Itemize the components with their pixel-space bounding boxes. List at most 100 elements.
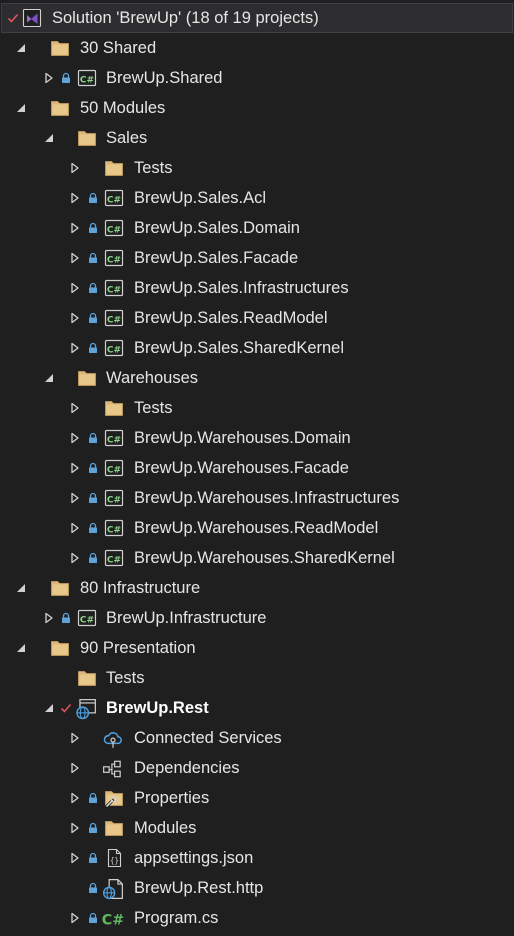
tree-item-modules[interactable]: Modules — [0, 813, 514, 843]
tree-item-30-shared[interactable]: 30 Shared — [0, 33, 514, 63]
csharp-project-icon — [104, 183, 126, 213]
chevron-down-icon[interactable] — [42, 123, 56, 153]
folder-icon — [104, 153, 126, 183]
chevron-right-icon[interactable] — [68, 723, 82, 753]
chevron-right-icon[interactable] — [68, 813, 82, 843]
tree-item-presentation-tests[interactable]: Tests — [0, 663, 514, 693]
folder-icon — [50, 33, 72, 63]
lock-icon — [87, 543, 99, 573]
tree-item-label: BrewUp.Rest — [106, 699, 209, 717]
folder-icon — [50, 93, 72, 123]
csharp-project-icon — [77, 63, 99, 93]
chevron-right-icon[interactable] — [68, 303, 82, 333]
tree-item-label: BrewUp.Sales.Acl — [134, 189, 267, 207]
tree-item-sales-tests[interactable]: Tests — [0, 153, 514, 183]
tree-item-properties[interactable]: Properties — [0, 783, 514, 813]
tree-item-label: Connected Services — [134, 729, 282, 747]
tree-item-label: Tests — [134, 159, 173, 177]
chevron-right-icon[interactable] — [68, 903, 82, 933]
lock-icon — [87, 303, 99, 333]
lock-icon — [87, 453, 99, 483]
tree-item-label: BrewUp.Sales.ReadModel — [134, 309, 328, 327]
tree-item-label: 50 Modules — [80, 99, 166, 117]
tree-item-warehouses[interactable]: Warehouses — [0, 363, 514, 393]
chevron-right-icon[interactable] — [68, 153, 82, 183]
tree-item-appsettings[interactable]: appsettings.json — [0, 843, 514, 873]
chevron-right-icon[interactable] — [68, 333, 82, 363]
lock-icon — [60, 603, 72, 633]
chevron-right-icon[interactable] — [68, 423, 82, 453]
chevron-down-icon[interactable] — [14, 93, 28, 123]
chevron-down-icon[interactable] — [14, 573, 28, 603]
tree-item-label: BrewUp.Sales.SharedKernel — [134, 339, 345, 357]
tree-item-sales-infrastructures[interactable]: BrewUp.Sales.Infrastructures — [0, 273, 514, 303]
folder-icon — [77, 663, 99, 693]
chevron-down-icon[interactable] — [14, 33, 28, 63]
tree-item-label: BrewUp.Sales.Facade — [134, 249, 299, 267]
chevron-right-icon[interactable] — [68, 273, 82, 303]
tree-item-label: 80 Infrastructure — [80, 579, 201, 597]
tree-item-dependencies[interactable]: Dependencies — [0, 753, 514, 783]
tree-item-warehouses-readmodel[interactable]: BrewUp.Warehouses.ReadModel — [0, 513, 514, 543]
folder-icon — [104, 813, 126, 843]
chevron-down-icon[interactable] — [42, 693, 56, 723]
tree-item-label: Sales — [106, 129, 148, 147]
chevron-right-icon[interactable] — [68, 753, 82, 783]
chevron-down-icon[interactable] — [42, 363, 56, 393]
tree-item-label: Warehouses — [106, 369, 199, 387]
tree-item-warehouses-sharedkernel[interactable]: BrewUp.Warehouses.SharedKernel — [0, 543, 514, 573]
tree-item-warehouses-domain[interactable]: BrewUp.Warehouses.Domain — [0, 423, 514, 453]
chevron-right-icon[interactable] — [68, 783, 82, 813]
csharp-project-icon — [77, 603, 99, 633]
chevron-right-icon[interactable] — [68, 483, 82, 513]
chevron-right-icon[interactable] — [68, 843, 82, 873]
chevron-right-icon[interactable] — [68, 543, 82, 573]
tree-item-50-modules[interactable]: 50 Modules — [0, 93, 514, 123]
solution-node[interactable]: Solution 'BrewUp' (18 of 19 projects) — [1, 3, 513, 33]
tree-item-label: Dependencies — [134, 759, 240, 777]
tree-item-90-presentation[interactable]: 90 Presentation — [0, 633, 514, 663]
csharp-project-icon — [104, 453, 126, 483]
tree-item-brewup-shared[interactable]: BrewUp.Shared — [0, 63, 514, 93]
tree-item-sales-acl[interactable]: BrewUp.Sales.Acl — [0, 183, 514, 213]
csharp-file-icon — [102, 903, 124, 933]
tree-item-sales-domain[interactable]: BrewUp.Sales.Domain — [0, 213, 514, 243]
tree-item-label: appsettings.json — [134, 849, 254, 867]
chevron-right-icon[interactable] — [68, 183, 82, 213]
lock-icon — [60, 63, 72, 93]
tree-item-label: Program.cs — [134, 909, 219, 927]
tree-item-sales[interactable]: Sales — [0, 123, 514, 153]
tree-item-warehouses-tests[interactable]: Tests — [0, 393, 514, 423]
tree-item-brewup-infrastructure[interactable]: BrewUp.Infrastructure — [0, 603, 514, 633]
tree-item-warehouses-infrastructures[interactable]: BrewUp.Warehouses.Infrastructures — [0, 483, 514, 513]
tree-item-sales-sharedkernel[interactable]: BrewUp.Sales.SharedKernel — [0, 333, 514, 363]
tree-item-warehouses-facade[interactable]: BrewUp.Warehouses.Facade — [0, 453, 514, 483]
chevron-right-icon[interactable] — [68, 393, 82, 423]
web-project-icon — [75, 693, 97, 723]
chevron-right-icon[interactable] — [68, 453, 82, 483]
http-file-icon — [102, 873, 124, 903]
tree-item-sales-facade[interactable]: BrewUp.Sales.Facade — [0, 243, 514, 273]
tree-item-label: BrewUp.Infrastructure — [106, 609, 267, 627]
chevron-right-icon[interactable] — [68, 213, 82, 243]
tree-item-rest-http[interactable]: BrewUp.Rest.http — [0, 873, 514, 903]
tree-item-label: BrewUp.Sales.Domain — [134, 219, 300, 237]
chevron-right-icon[interactable] — [68, 243, 82, 273]
lock-icon — [87, 513, 99, 543]
csharp-project-icon — [104, 243, 126, 273]
tree-item-label: Tests — [106, 669, 145, 687]
folder-icon — [50, 573, 72, 603]
lock-icon — [87, 903, 99, 933]
tree-item-brewup-rest[interactable]: BrewUp.Rest — [0, 693, 514, 723]
chevron-right-icon[interactable] — [42, 603, 56, 633]
tree-item-program[interactable]: Program.cs — [0, 903, 514, 933]
tree-item-80-infrastructure[interactable]: 80 Infrastructure — [0, 573, 514, 603]
tree-item-sales-readmodel[interactable]: BrewUp.Sales.ReadModel — [0, 303, 514, 333]
chevron-right-icon[interactable] — [42, 63, 56, 93]
connected-services-icon — [102, 723, 124, 753]
tree-item-connected-services[interactable]: Connected Services — [0, 723, 514, 753]
chevron-right-icon[interactable] — [68, 513, 82, 543]
chevron-down-icon[interactable] — [14, 633, 28, 663]
tree-item-label: 90 Presentation — [80, 639, 196, 657]
tree-item-label: BrewUp.Warehouses.Infrastructures — [134, 489, 400, 507]
